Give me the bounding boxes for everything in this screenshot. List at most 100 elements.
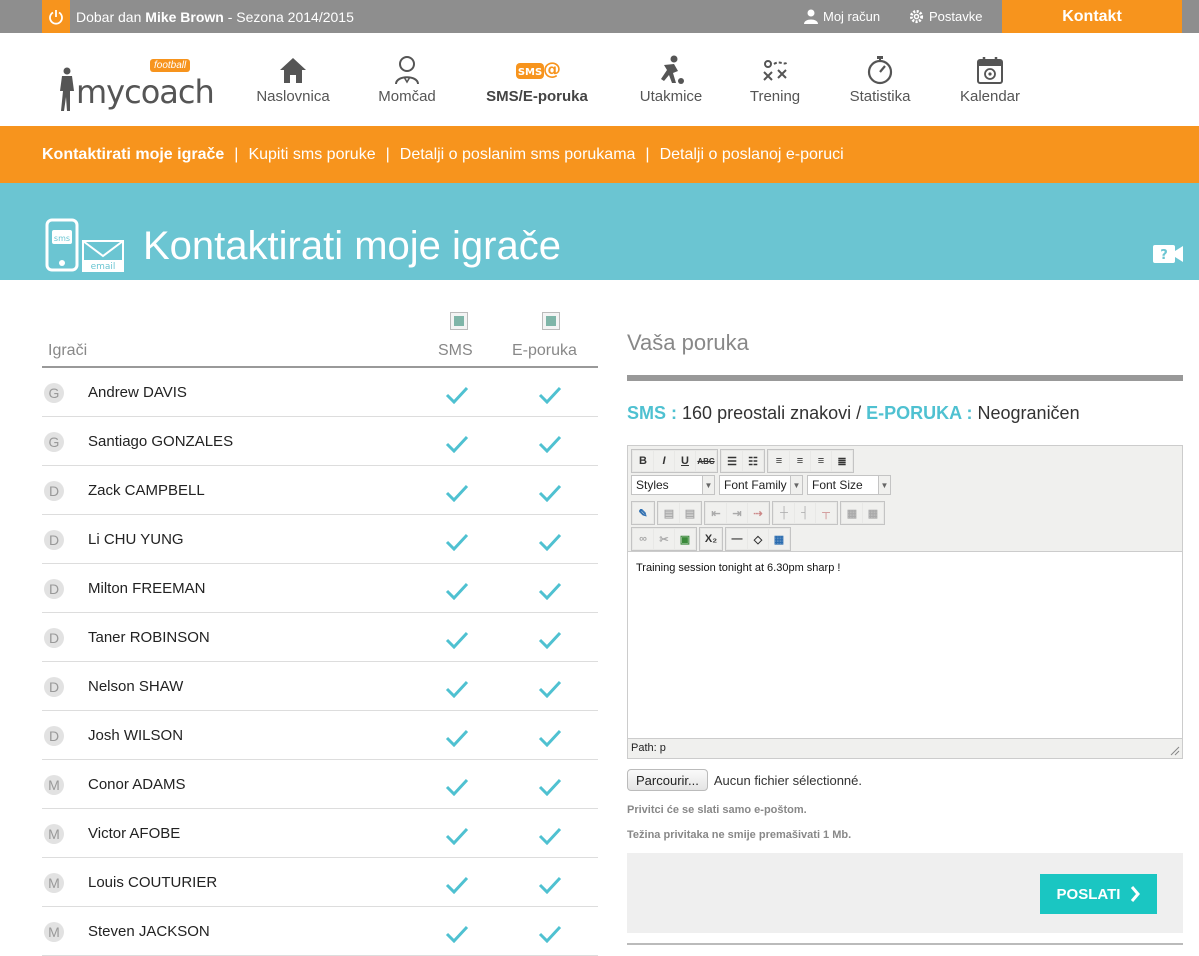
sms-check-icon[interactable] xyxy=(445,386,469,409)
email-check-icon[interactable] xyxy=(538,386,562,409)
table-col-before-icon[interactable]: ⇤ xyxy=(706,503,726,523)
image-icon[interactable]: ▣ xyxy=(675,529,695,549)
select-all-sms-checkbox[interactable] xyxy=(450,312,468,330)
player-name: Victor AFOBE xyxy=(88,825,181,842)
email-check-icon[interactable] xyxy=(538,680,562,703)
table-row: D Nelson SHAW xyxy=(42,662,598,711)
nav-statistika[interactable]: Statistika xyxy=(843,55,917,105)
table-delete-col-icon[interactable]: ⇢ xyxy=(748,503,768,523)
font-family-select[interactable]: Font Family ▼ xyxy=(719,475,803,495)
message-body-editor[interactable]: Training session tonight at 6.30pm sharp… xyxy=(628,551,1182,739)
email-check-icon[interactable] xyxy=(538,925,562,948)
position-badge: G xyxy=(44,383,64,403)
email-check-icon[interactable] xyxy=(538,729,562,752)
nav-utakmice[interactable]: Utakmice xyxy=(634,55,708,105)
email-check-icon[interactable] xyxy=(538,582,562,605)
eraser-icon[interactable]: ◇ xyxy=(748,529,768,549)
player-name: Andrew DAVIS xyxy=(88,384,187,401)
sms-check-icon[interactable] xyxy=(445,631,469,654)
subnav-contact-players[interactable]: Kontaktirati moje igrače xyxy=(42,146,224,164)
contact-button[interactable]: Kontakt xyxy=(1002,0,1182,33)
sms-check-icon[interactable] xyxy=(445,729,469,752)
browse-file-button[interactable]: Parcourir... xyxy=(627,769,708,791)
styles-select[interactable]: Styles ▼ xyxy=(631,475,715,495)
strikethrough-button[interactable]: ABC xyxy=(696,451,716,471)
sms-check-icon[interactable] xyxy=(445,435,469,458)
select-all-email-checkbox[interactable] xyxy=(542,312,560,330)
attachment-note: Privitci će se slati samo e-poštom. xyxy=(627,804,807,816)
nav-kalendar[interactable]: Kalendar xyxy=(955,55,1025,105)
email-check-icon[interactable] xyxy=(538,876,562,899)
insert-table-icon[interactable]: ▦ xyxy=(769,529,789,549)
position-badge: D xyxy=(44,530,64,550)
sms-check-icon[interactable] xyxy=(445,533,469,556)
bold-button[interactable]: B xyxy=(633,451,653,471)
email-check-icon[interactable] xyxy=(538,778,562,801)
cell-props-icon[interactable]: ▦ xyxy=(863,503,883,523)
table-split-icon[interactable]: ┼ xyxy=(774,503,794,523)
resize-handle-icon[interactable] xyxy=(1170,746,1180,756)
numbered-list-icon[interactable]: ☷ xyxy=(743,451,763,471)
nav-trening[interactable]: Trening xyxy=(746,55,804,105)
sms-check-icon[interactable] xyxy=(445,484,469,507)
edit-source-icon[interactable]: ✎ xyxy=(633,503,653,523)
editor-path: Path: p xyxy=(631,742,666,754)
players-column-label: Igrači xyxy=(48,342,88,359)
align-left-icon[interactable]: ≡ xyxy=(769,451,789,471)
sms-check-icon[interactable] xyxy=(445,778,469,801)
email-envelope-icon: email xyxy=(82,240,124,272)
mycoach-logo[interactable]: mycoach football xyxy=(58,55,218,115)
gear-icon xyxy=(909,9,924,24)
send-button[interactable]: POSLATI xyxy=(1040,874,1157,914)
logout-button[interactable] xyxy=(42,0,70,33)
email-check-icon[interactable] xyxy=(538,435,562,458)
nav-momcad[interactable]: Momčad xyxy=(373,55,441,105)
email-check-icon[interactable] xyxy=(538,484,562,507)
table-props-icon[interactable]: ▦ xyxy=(842,503,862,523)
position-badge: D xyxy=(44,726,64,746)
underline-button[interactable]: U xyxy=(675,451,695,471)
align-justify-icon[interactable]: ≣ xyxy=(832,451,852,471)
horizontal-rule-icon[interactable]: — xyxy=(727,529,747,549)
unlink-icon[interactable]: ✂ xyxy=(654,529,674,549)
subnav-sms-details[interactable]: Detalji o poslanim sms porukama xyxy=(400,146,636,164)
italic-button[interactable]: I xyxy=(654,451,674,471)
players-table-header: Igrači SMS E-poruka xyxy=(42,305,598,368)
email-check-icon[interactable] xyxy=(538,631,562,654)
subnav-email-details[interactable]: Detalji o poslanoj e-poruci xyxy=(660,146,844,164)
sms-check-icon[interactable] xyxy=(445,827,469,850)
email-check-icon[interactable] xyxy=(538,533,562,556)
players-list: G Andrew DAVIS G Santiago GONZALES D Zack CAM… xyxy=(42,368,598,956)
table-row-after-icon[interactable]: ▤ xyxy=(680,503,700,523)
sms-check-icon[interactable] xyxy=(445,582,469,605)
sms-email-icon: SMS @ xyxy=(516,59,560,80)
subnav-buy-sms[interactable]: Kupiti sms poruke xyxy=(248,146,375,164)
sms-check-icon[interactable] xyxy=(445,925,469,948)
table-merge-icon[interactable]: ┤ xyxy=(795,503,815,523)
nav-naslovnica[interactable]: Naslovnica xyxy=(252,55,334,105)
align-center-icon[interactable]: ≡ xyxy=(790,451,810,471)
table-delete-row-icon[interactable]: ┬ xyxy=(816,503,836,523)
font-size-select[interactable]: Font Size ▼ xyxy=(807,475,891,495)
email-check-icon[interactable] xyxy=(538,827,562,850)
player-name: Conor ADAMS xyxy=(88,776,186,793)
table-col-after-icon[interactable]: ⇥ xyxy=(727,503,747,523)
align-right-icon[interactable]: ≡ xyxy=(811,451,831,471)
sms-check-icon[interactable] xyxy=(445,680,469,703)
table-row-before-icon[interactable]: ▤ xyxy=(659,503,679,523)
help-video-icon[interactable]: ? xyxy=(1152,243,1184,265)
account-link[interactable]: Moj račun xyxy=(804,9,880,24)
settings-link[interactable]: Postavke xyxy=(909,9,982,24)
file-upload: Parcourir... Aucun fichier sélectionné. xyxy=(627,769,862,791)
position-badge: D xyxy=(44,579,64,599)
team-icon xyxy=(395,56,419,85)
bullet-list-icon[interactable]: ☰ xyxy=(722,451,742,471)
message-title: Vaša poruka xyxy=(627,330,749,355)
nav-sms-email[interactable]: SMS @ SMS/E-poruka xyxy=(479,55,595,105)
subscript-icon[interactable]: X₂ xyxy=(701,529,721,549)
message-panel: Vaša poruka SMS : 160 preostali znakovi … xyxy=(627,330,1183,945)
font-size-select-label: Font Size xyxy=(812,478,863,492)
link-icon[interactable]: ∞ xyxy=(633,529,653,549)
sms-check-icon[interactable] xyxy=(445,876,469,899)
table-row: M Conor ADAMS xyxy=(42,760,598,809)
